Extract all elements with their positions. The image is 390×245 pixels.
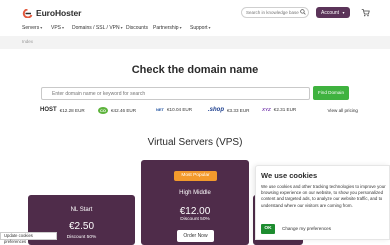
search-icon[interactable] bbox=[300, 9, 306, 15]
change-preferences-link[interactable]: Change my preferences bbox=[282, 226, 331, 231]
nav-item-partnership[interactable]: Partnership▾ bbox=[153, 25, 182, 31]
nav-item-domains[interactable]: Domains / SSL / VPN▾ bbox=[72, 25, 123, 31]
plan-discount: Discount 50% bbox=[180, 217, 210, 222]
nav-item-servers[interactable]: Servers▾ bbox=[22, 25, 42, 31]
tld-price: €2.31 EUR bbox=[273, 107, 297, 112]
tld-price: €42.46 EUR bbox=[111, 108, 137, 113]
nav-label: VPS bbox=[51, 25, 62, 31]
cart-icon[interactable] bbox=[361, 8, 370, 17]
update-cookie-preferences-button[interactable]: Update cookies preferences bbox=[0, 232, 57, 244]
breadcrumb: Index bbox=[0, 36, 390, 49]
vps-title: Virtual Servers (VPS) bbox=[147, 137, 243, 148]
nav-label: Domains / SSL / VPN bbox=[72, 25, 120, 31]
logo-icon bbox=[22, 8, 33, 18]
chevron-down-icon: ▾ bbox=[342, 10, 345, 15]
tld-item[interactable]: XYZ €2.31 EUR bbox=[262, 107, 296, 112]
tld-shop-logo: .shop bbox=[208, 107, 224, 113]
tld-net-logo: NET bbox=[156, 107, 164, 112]
tld-item[interactable]: .shop €3.33 EUR bbox=[208, 107, 249, 113]
chevron-down-icon: ▾ bbox=[179, 25, 182, 30]
nav-item-discounts[interactable]: Discounts bbox=[126, 25, 148, 31]
search-input[interactable] bbox=[241, 7, 309, 18]
nav-label: Support bbox=[190, 25, 208, 31]
cookie-title: We use cookies bbox=[261, 171, 318, 180]
account-button[interactable]: Account ▾ bbox=[316, 7, 350, 18]
tld-item[interactable]: NET €10.04 EUR bbox=[156, 107, 192, 112]
plan-name: NL Start bbox=[70, 207, 93, 213]
cookie-banner: We use cookies We use cookies and other … bbox=[255, 165, 390, 240]
tld-co-logo: CO bbox=[98, 107, 108, 114]
cookie-ok-button[interactable]: OK bbox=[261, 224, 275, 234]
order-now-button[interactable]: Order Now bbox=[177, 230, 214, 242]
tld-item[interactable]: CO €42.46 EUR bbox=[98, 107, 136, 114]
tld-price: €12.28 EUR bbox=[59, 107, 85, 113]
account-label: Account bbox=[321, 10, 340, 16]
top-bar: EuroHoster Account ▾ bbox=[0, 0, 390, 25]
nav-label: Discounts bbox=[126, 25, 148, 31]
view-all-pricing-link[interactable]: View all pricing bbox=[327, 108, 358, 113]
plan-name: High Middle bbox=[179, 190, 211, 196]
tld-item[interactable]: HOST €12.28 EUR bbox=[40, 107, 85, 113]
domain-search-input[interactable] bbox=[41, 87, 310, 100]
find-domain-button[interactable]: Find Domain bbox=[313, 86, 349, 100]
chevron-down-icon: ▾ bbox=[208, 25, 211, 30]
cookie-text: We use cookies and other tracking techno… bbox=[261, 184, 386, 208]
tld-price: €10.04 EUR bbox=[167, 107, 193, 112]
nav-label: Servers bbox=[22, 25, 40, 31]
tld-price: €3.33 EUR bbox=[227, 107, 250, 113]
logo[interactable]: EuroHoster bbox=[22, 8, 81, 18]
nav-label: Partnership bbox=[153, 25, 179, 31]
domain-title: Check the domain name bbox=[131, 64, 259, 76]
chevron-down-icon: ▾ bbox=[62, 25, 65, 30]
breadcrumb-item[interactable]: Index bbox=[22, 39, 33, 44]
logo-text: EuroHoster bbox=[36, 8, 82, 18]
main-nav: Servers▾ VPS▾ Domains / SSL / VPN▾ Disco… bbox=[0, 24, 390, 36]
chevron-down-icon: ▾ bbox=[120, 25, 123, 30]
plan-price: €2.50 bbox=[68, 221, 95, 232]
tld-host-logo: HOST bbox=[40, 107, 57, 113]
nav-item-vps[interactable]: VPS▾ bbox=[51, 25, 64, 31]
plan-price: €12.00 bbox=[179, 206, 211, 217]
most-popular-badge: Most Popular bbox=[174, 171, 217, 181]
tld-price-list: HOST €12.28 EUR CO €42.46 EUR NET €10.04… bbox=[38, 106, 358, 118]
tld-xyz-logo: XYZ bbox=[262, 107, 271, 112]
nav-item-support[interactable]: Support▾ bbox=[190, 25, 211, 31]
chevron-down-icon: ▾ bbox=[40, 25, 43, 30]
